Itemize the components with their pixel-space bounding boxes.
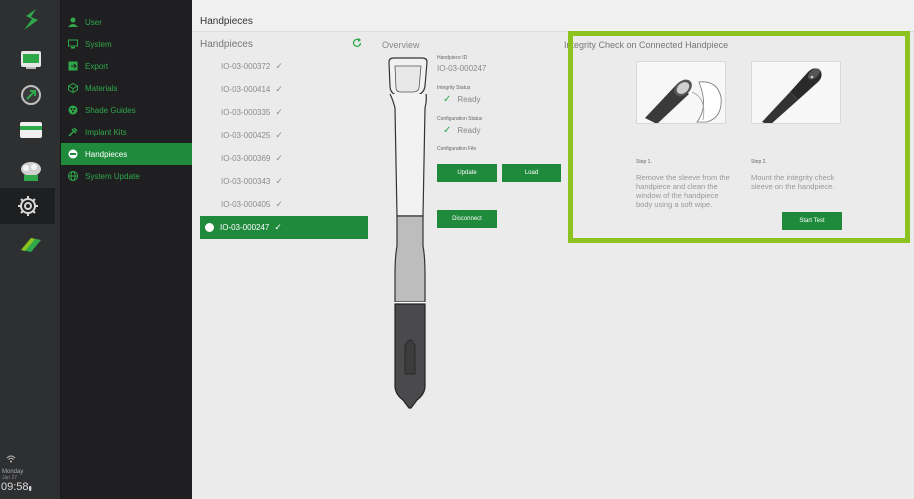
step1-image xyxy=(636,61,726,124)
handpiece-id-value: IO-03-000247 xyxy=(437,64,487,73)
app-logo xyxy=(16,5,46,35)
menu-item-system-update[interactable]: System Update xyxy=(61,165,192,187)
menu-item-system[interactable]: System xyxy=(61,33,192,55)
update-button[interactable]: Update xyxy=(437,164,497,182)
configuration-file-label: Configuration File xyxy=(437,146,477,152)
step2-image xyxy=(751,61,841,124)
main-panel: Handpieces Handpieces IO-03-000372 ✓ IO-0… xyxy=(192,0,914,499)
handpiece-row[interactable]: IO-03-000335 ✓ xyxy=(200,101,368,124)
battery-icon: ▮ xyxy=(28,486,32,492)
handpiece-icon xyxy=(67,148,79,160)
connected-handpiece-icon xyxy=(205,223,214,232)
load-button[interactable]: Load xyxy=(502,164,561,182)
handpiece-row[interactable]: IO-03-000425 ✓ xyxy=(200,124,368,147)
overview-title: Overview xyxy=(382,40,420,50)
handpiece-illustration xyxy=(388,57,428,409)
handpiece-id: IO-03-000372 xyxy=(221,62,271,71)
handpieces-list-header: Handpieces xyxy=(200,33,368,55)
shade-guides-icon xyxy=(67,104,79,116)
check-icon: ✓ xyxy=(275,176,283,186)
app-rail: Monday Jan 27 09:58▮ xyxy=(0,0,61,499)
check-icon: ✓ xyxy=(275,107,283,117)
handpieces-list: Handpieces IO-03-000372 ✓ IO-03-000414 ✓ I… xyxy=(200,33,368,239)
clock-panel: Monday Jan 27 09:58▮ xyxy=(0,455,61,493)
configuration-status-label: Configuration Status xyxy=(437,116,483,122)
navigate-icon[interactable] xyxy=(16,80,46,110)
start-test-button[interactable]: Start Test xyxy=(782,212,842,230)
step1-label: Step 1. xyxy=(636,159,652,165)
handpiece-id: IO-03-000335 xyxy=(221,108,271,117)
handpiece-id: IO-03-000343 xyxy=(221,177,271,186)
handpiece-row[interactable]: IO-03-000414 ✓ xyxy=(200,78,368,101)
handpiece-id: IO-03-000425 xyxy=(221,131,271,140)
handpiece-id: IO-03-000414 xyxy=(221,85,271,94)
integrity-status: ✓ Ready xyxy=(443,94,567,105)
menu-item-export[interactable]: Export xyxy=(61,55,192,77)
check-icon: ✓ xyxy=(443,125,452,136)
check-icon: ✓ xyxy=(275,153,283,163)
handpiece-id: IO-03-000369 xyxy=(221,154,271,163)
check-icon: ✓ xyxy=(274,222,282,232)
menu-item-label: Implant Kits xyxy=(85,127,127,137)
handpiece-id: IO-03-000247 xyxy=(220,223,270,232)
check-icon: ✓ xyxy=(275,61,283,71)
integrity-status-value: Ready xyxy=(457,95,481,104)
menu-item-label: Export xyxy=(85,61,109,71)
clock-time: 09:58▮ xyxy=(0,481,61,493)
step2-label: Step 2. xyxy=(751,159,767,165)
materials-icon xyxy=(67,82,79,94)
handpiece-id-label: Handpiece ID xyxy=(437,55,468,61)
menu-item-materials[interactable]: Materials xyxy=(61,77,192,99)
configuration-status-value: Ready xyxy=(457,126,481,135)
settings-menu: User System Export Materials Shade Guide… xyxy=(61,0,192,499)
handpiece-row[interactable]: IO-03-000369 ✓ xyxy=(200,147,368,170)
menu-item-label: System Update xyxy=(85,171,140,181)
integrity-check-highlight xyxy=(568,31,910,243)
check-icon: ✓ xyxy=(275,84,283,94)
user-icon xyxy=(67,16,79,28)
menu-item-label: Shade Guides xyxy=(85,105,136,115)
handpiece-info: Handpiece ID IO-03-000247 Integrity Stat… xyxy=(437,55,567,155)
handpiece-id: IO-03-000405 xyxy=(221,200,271,209)
card-icon[interactable] xyxy=(16,115,46,145)
disconnect-button[interactable]: Disconnect xyxy=(437,210,497,228)
integrity-status-label: Integrity Status xyxy=(437,85,471,91)
implant-kits-icon xyxy=(67,126,79,138)
menu-item-label: User xyxy=(85,17,102,27)
configuration-status: ✓ Ready xyxy=(443,125,567,136)
step1-text: Remove the sleeve from the handpiece and… xyxy=(636,173,730,209)
handpiece-row[interactable]: IO-03-000372 ✓ xyxy=(200,55,368,78)
wifi-icon xyxy=(0,455,61,465)
page-title: Handpieces xyxy=(200,16,253,27)
clock-time-value: 09:58 xyxy=(1,481,29,493)
check-icon: ✓ xyxy=(443,94,452,105)
settings-icon[interactable] xyxy=(0,188,55,224)
scan-icon[interactable] xyxy=(16,45,46,75)
menu-item-user[interactable]: User xyxy=(61,11,192,33)
page-header: Handpieces xyxy=(192,0,914,32)
check-icon: ✓ xyxy=(275,130,283,140)
menu-item-label: System xyxy=(85,39,112,49)
menu-item-handpieces[interactable]: Handpieces xyxy=(61,143,192,165)
menu-item-implant-kits[interactable]: Implant Kits xyxy=(61,121,192,143)
step2-text: Mount the integrity check sleeve on the … xyxy=(751,173,835,191)
menu-item-shade-guides[interactable]: Shade Guides xyxy=(61,99,192,121)
refresh-icon[interactable] xyxy=(352,37,362,51)
export-icon xyxy=(67,60,79,72)
handpiece-row[interactable]: IO-03-000405 ✓ xyxy=(200,193,368,216)
menu-item-label: Handpieces xyxy=(85,149,128,159)
patient-icon[interactable] xyxy=(16,156,46,186)
handpieces-list-title: Handpieces xyxy=(200,38,253,50)
check-icon: ✓ xyxy=(275,199,283,209)
menu-item-label: Materials xyxy=(85,83,118,93)
handpiece-row-selected[interactable]: IO-03-000247 ✓ xyxy=(200,216,368,239)
handpiece-row[interactable]: IO-03-000343 ✓ xyxy=(200,170,368,193)
globe-icon xyxy=(67,170,79,182)
monitor-icon xyxy=(67,38,79,50)
scanner-icon[interactable] xyxy=(16,229,46,259)
